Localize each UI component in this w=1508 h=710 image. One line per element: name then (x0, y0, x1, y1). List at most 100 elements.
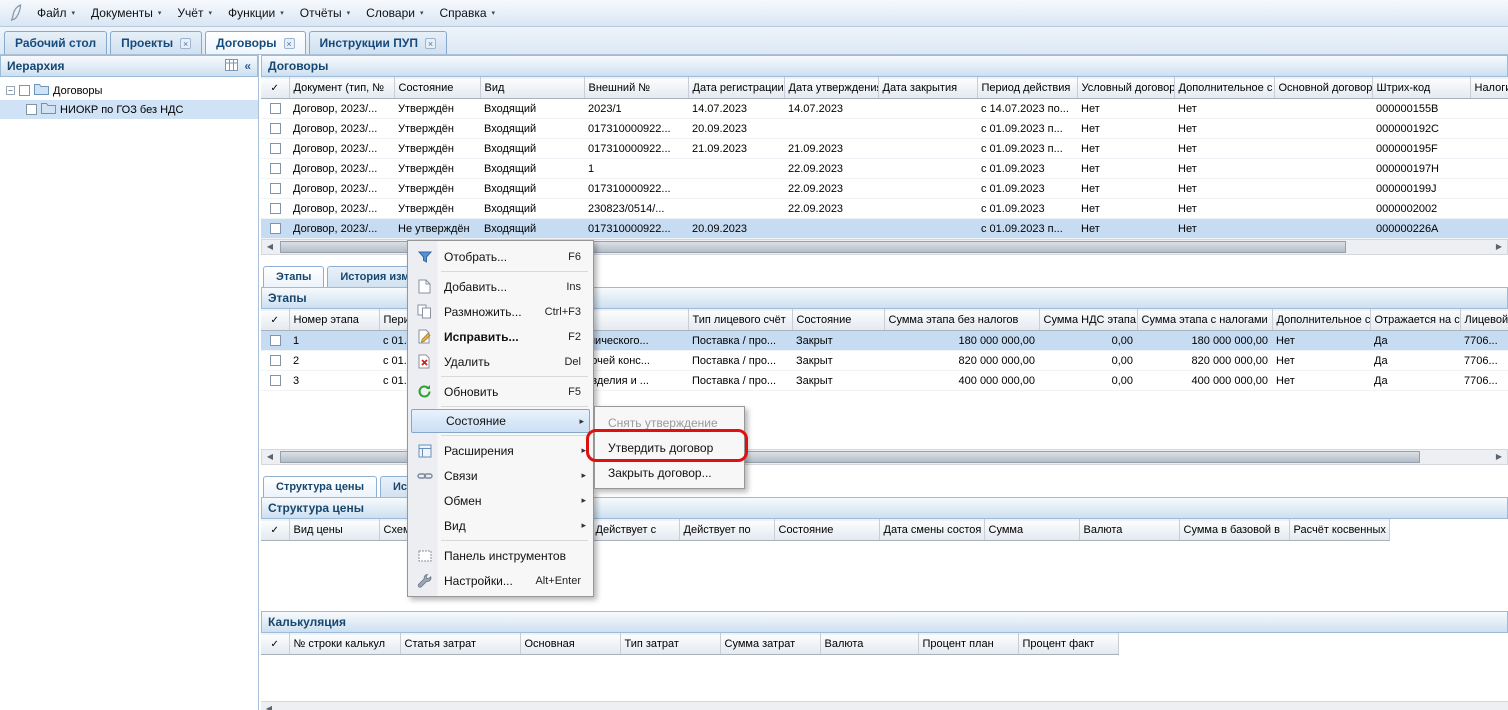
column-header[interactable]: Условный договор (1077, 78, 1174, 99)
scroll-left-icon[interactable]: ◀ (262, 450, 278, 464)
column-header[interactable]: Действует по (679, 520, 774, 541)
menu-item-edit[interactable]: Исправить... F2 (410, 324, 591, 349)
column-header[interactable]: Основной договор (1274, 78, 1372, 99)
column-header[interactable]: Процент факт (1018, 634, 1118, 655)
grid-view-icon[interactable] (225, 59, 238, 74)
menu-item-approve-contract[interactable]: Утвердить договор (597, 435, 742, 460)
menu-item-state[interactable]: Состояние ▸ (411, 409, 590, 433)
select-all-header[interactable]: ✓ (261, 78, 289, 99)
scroll-right-icon[interactable]: ▶ (1491, 240, 1507, 254)
column-header[interactable]: Сумма (984, 520, 1079, 541)
menu-item-duplicate[interactable]: Размножить... Ctrl+F3 (410, 299, 591, 324)
menu-item-exchange[interactable]: Обмен ▸ (410, 488, 591, 513)
tab-price-structure[interactable]: Структура цены (263, 476, 377, 497)
scroll-left-icon[interactable]: ◀ (261, 702, 277, 710)
column-header[interactable]: Валюта (820, 634, 918, 655)
column-header[interactable]: Дополнительное с (1174, 78, 1274, 99)
row-checkbox[interactable] (270, 335, 281, 346)
menu-item-links[interactable]: Связи ▸ (410, 463, 591, 488)
table-row[interactable]: Договор, 2023/...УтверждёнВходящий122.09… (261, 159, 1508, 179)
tree-checkbox[interactable] (19, 85, 30, 96)
column-header[interactable]: Документ (тип, № (289, 78, 394, 99)
menu-item-refresh[interactable]: Обновить F5 (410, 379, 591, 404)
tree-node-contracts[interactable]: − Договоры (0, 81, 258, 100)
menu-item-delete[interactable]: Удалить Del (410, 349, 591, 374)
column-header[interactable]: Налоги (1470, 78, 1508, 99)
menu-item-view[interactable]: Вид ▸ (410, 513, 591, 538)
column-header[interactable]: Расчёт косвенных (1289, 520, 1389, 541)
row-checkbox[interactable] (270, 163, 281, 174)
close-icon[interactable]: × (425, 38, 436, 49)
column-header[interactable]: Сумма этапа с налогами (1137, 310, 1272, 331)
close-icon[interactable]: × (284, 38, 295, 49)
column-header[interactable]: Состояние (774, 520, 879, 541)
collapse-panel-icon[interactable]: « (244, 61, 251, 71)
tree-checkbox[interactable] (26, 104, 37, 115)
scroll-left-icon[interactable]: ◀ (262, 240, 278, 254)
row-checkbox[interactable] (270, 223, 281, 234)
column-header[interactable]: Процент план (918, 634, 1018, 655)
select-all-header[interactable]: ✓ (261, 520, 289, 541)
column-header[interactable]: Дата регистрации (688, 78, 784, 99)
column-header[interactable]: Сумма этапа без налогов (884, 310, 1039, 331)
column-header[interactable]: № строки калькул (289, 634, 400, 655)
table-row[interactable]: Договор, 2023/...УтверждёнВходящий017310… (261, 119, 1508, 139)
row-checkbox[interactable] (270, 183, 281, 194)
row-checkbox[interactable] (270, 203, 281, 214)
row-checkbox[interactable] (270, 375, 281, 386)
column-header[interactable]: Тип затрат (620, 634, 720, 655)
column-header[interactable]: Тип лицевого счёт (688, 310, 792, 331)
column-header[interactable]: Внешний № (584, 78, 688, 99)
row-checkbox[interactable] (270, 103, 281, 114)
column-header[interactable]: Сумма НДС этапа (1039, 310, 1137, 331)
column-header[interactable]: Дата смены состоя (879, 520, 984, 541)
column-header[interactable]: Период действия (977, 78, 1077, 99)
column-header[interactable]: Состояние (394, 78, 480, 99)
column-header[interactable]: Состояние (792, 310, 884, 331)
menu-item-add[interactable]: Добавить... Ins (410, 274, 591, 299)
menu-item-filter[interactable]: Отобрать... F6 (410, 244, 591, 269)
table-row[interactable]: Договор, 2023/...Не утверждёнВходящий017… (261, 219, 1508, 239)
calc-hscrollbar[interactable]: ◀ (261, 701, 1508, 710)
scroll-right-icon[interactable]: ▶ (1491, 450, 1507, 464)
menubar-item-help[interactable]: Справка▾ (431, 2, 503, 24)
column-header[interactable]: Дата закрытия (878, 78, 977, 99)
menubar-item-reports[interactable]: Отчёты▾ (292, 2, 358, 24)
menubar-item-dictionaries[interactable]: Словари▾ (358, 2, 431, 24)
menu-item-close-contract[interactable]: Закрыть договор... (597, 460, 742, 485)
table-row[interactable]: Договор, 2023/...УтверждёнВходящий017310… (261, 139, 1508, 159)
column-header[interactable]: Основная (520, 634, 620, 655)
column-header[interactable]: Отражается на су (1370, 310, 1460, 331)
column-header[interactable]: Дата утверждения (784, 78, 878, 99)
menu-item-toolbar-panel[interactable]: Панель инструментов (410, 543, 591, 568)
menu-item-settings[interactable]: Настройки... Alt+Enter (410, 568, 591, 593)
menu-item-extensions[interactable]: Расширения ▸ (410, 438, 591, 463)
column-header[interactable]: Номер этапа (289, 310, 379, 331)
select-all-header[interactable]: ✓ (261, 634, 289, 655)
menubar-item-functions[interactable]: Функции▾ (220, 2, 292, 24)
menubar-item-documents[interactable]: Документы▾ (83, 2, 169, 24)
column-header[interactable]: Валюта (1079, 520, 1179, 541)
column-header[interactable]: Сумма в базовой в (1179, 520, 1289, 541)
tree-collapse-icon[interactable]: − (6, 86, 15, 95)
row-checkbox[interactable] (270, 143, 281, 154)
row-checkbox[interactable] (270, 355, 281, 366)
column-header[interactable]: Статья затрат (400, 634, 520, 655)
window-tab-desktop[interactable]: Рабочий стол (4, 31, 107, 54)
column-header[interactable]: Штрих-код (1372, 78, 1470, 99)
column-header[interactable]: Вид цены (289, 520, 379, 541)
tree-node-niokr[interactable]: НИОКР по ГОЗ без НДС (0, 100, 258, 119)
table-row[interactable]: Договор, 2023/...УтверждёнВходящий230823… (261, 199, 1508, 219)
tab-stages[interactable]: Этапы (263, 266, 324, 287)
row-checkbox[interactable] (270, 123, 281, 134)
window-tab-pup-instructions[interactable]: Инструкции ПУП× (309, 31, 447, 54)
table-row[interactable]: Договор, 2023/...УтверждёнВходящий017310… (261, 179, 1508, 199)
menubar-item-accounting[interactable]: Учёт▾ (169, 2, 220, 24)
menubar-item-file[interactable]: Файл▾ (29, 2, 83, 24)
table-row[interactable]: Договор, 2023/...УтверждёнВходящий2023/1… (261, 99, 1508, 119)
window-tab-projects[interactable]: Проекты× (110, 31, 202, 54)
column-header[interactable]: Действует с (591, 520, 679, 541)
select-all-header[interactable]: ✓ (261, 310, 289, 331)
column-header[interactable]: Вид (480, 78, 584, 99)
column-header[interactable]: Лицевой счёт (1460, 310, 1508, 331)
